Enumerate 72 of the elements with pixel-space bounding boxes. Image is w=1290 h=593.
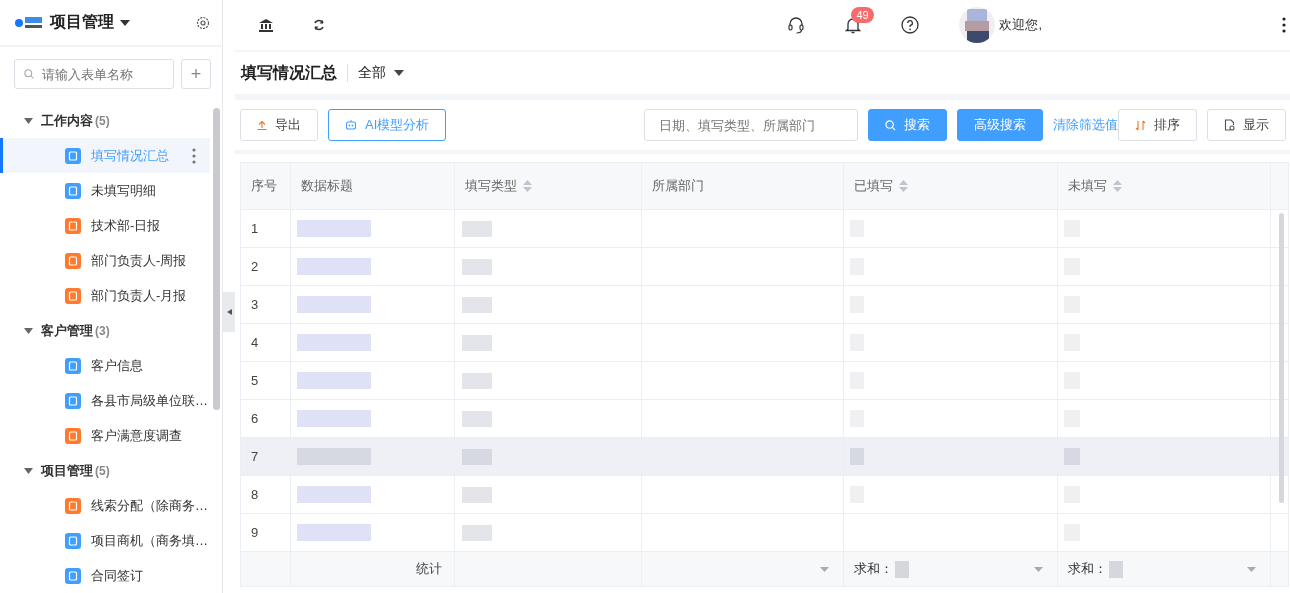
search-icon (24, 68, 35, 80)
caret-icon[interactable] (24, 467, 33, 474)
row-number: 6 (251, 411, 259, 426)
tree-group[interactable]: 工作内容(5) (0, 103, 222, 138)
row-number: 5 (251, 373, 259, 388)
column-header[interactable]: 已填写 (844, 163, 1058, 209)
add-button[interactable]: + (181, 59, 211, 89)
row-number: 2 (251, 259, 259, 274)
search-field[interactable]: 请输入表单名称 (14, 59, 174, 89)
tree-item[interactable]: 各县市局级单位联… (0, 383, 210, 418)
redacted-block (895, 560, 909, 578)
row-number: 4 (251, 335, 259, 350)
filter-dropdown[interactable]: 全部 (358, 64, 404, 82)
row-number: 9 (251, 525, 259, 540)
tree-item[interactable]: 合同签订 (0, 558, 210, 593)
search-icon (885, 119, 896, 131)
caret-icon[interactable] (24, 327, 33, 334)
help-icon[interactable] (901, 16, 920, 34)
tree-item[interactable]: 部门负责人-月报 (0, 278, 210, 313)
app-title[interactable]: 项目管理 (50, 12, 114, 33)
row-number: 3 (251, 297, 259, 312)
sort-icon (1135, 119, 1146, 131)
search-field[interactable]: 日期、填写类型、所属部门 (644, 109, 858, 141)
tree-item[interactable]: 项目商机（商务填… (0, 523, 210, 558)
tree-item[interactable]: 客户信息 (0, 348, 210, 383)
scrollbar[interactable] (213, 108, 220, 410)
column-header[interactable]: 序号 (241, 163, 291, 209)
tree-item[interactable]: 未填写明细 (0, 173, 210, 208)
tree-item[interactable]: 客户满意度调查 (0, 418, 210, 453)
table-row[interactable]: 8 (241, 476, 1288, 514)
column-header[interactable]: 数据标题 (291, 163, 455, 209)
row-number: 7 (251, 449, 259, 464)
robot-icon (345, 120, 357, 130)
upload-icon (257, 120, 267, 130)
settings-icon[interactable] (196, 15, 210, 30)
notification-badge: 49 (851, 7, 874, 23)
document-icon (1224, 119, 1235, 131)
footer-label: 统计 (416, 560, 442, 578)
headset-icon[interactable] (787, 16, 806, 34)
page-title: 填写情况汇总 (241, 62, 337, 83)
column-header[interactable]: 未填写 (1058, 163, 1271, 209)
collapse-handle[interactable] (223, 292, 235, 332)
greeting: 欢迎您, (999, 16, 1042, 34)
table-row[interactable]: 2 (241, 248, 1288, 286)
tree-item[interactable]: 技术部-日报 (0, 208, 210, 243)
column-header[interactable]: 所属部门 (642, 163, 844, 209)
avatar[interactable] (959, 7, 996, 43)
row-number: 8 (251, 487, 259, 502)
tree-group[interactable]: 客户管理(3) (0, 313, 222, 348)
sum-label: 求和： (1068, 560, 1107, 578)
export-button[interactable]: 导出 (240, 109, 318, 141)
redacted-block (1109, 560, 1123, 578)
logo-icon (14, 14, 44, 31)
caret-icon[interactable] (120, 19, 130, 26)
table-row[interactable]: 7 (241, 438, 1288, 476)
table-row[interactable]: 3 (241, 286, 1288, 324)
bank-icon[interactable] (259, 18, 273, 32)
table-row[interactable]: 5 (241, 362, 1288, 400)
column-header[interactable]: 填写类型 (455, 163, 642, 209)
display-button[interactable]: 显示 (1207, 109, 1286, 141)
caret-icon[interactable] (24, 117, 33, 124)
tree-group[interactable]: 项目管理(5) (0, 453, 222, 488)
caret-icon[interactable] (394, 70, 404, 76)
tree-item[interactable]: 部门负责人-周报 (0, 243, 210, 278)
tree-item[interactable]: 线索分配（除商务… (0, 488, 210, 523)
row-number: 1 (251, 221, 259, 236)
sum-label: 求和： (854, 560, 893, 578)
refresh-icon[interactable] (313, 19, 325, 31)
sort-button[interactable]: 排序 (1118, 109, 1197, 141)
more-icon[interactable] (1282, 17, 1286, 33)
table-row[interactable]: 1 (241, 210, 1288, 248)
table-row[interactable]: 4 (241, 324, 1288, 362)
